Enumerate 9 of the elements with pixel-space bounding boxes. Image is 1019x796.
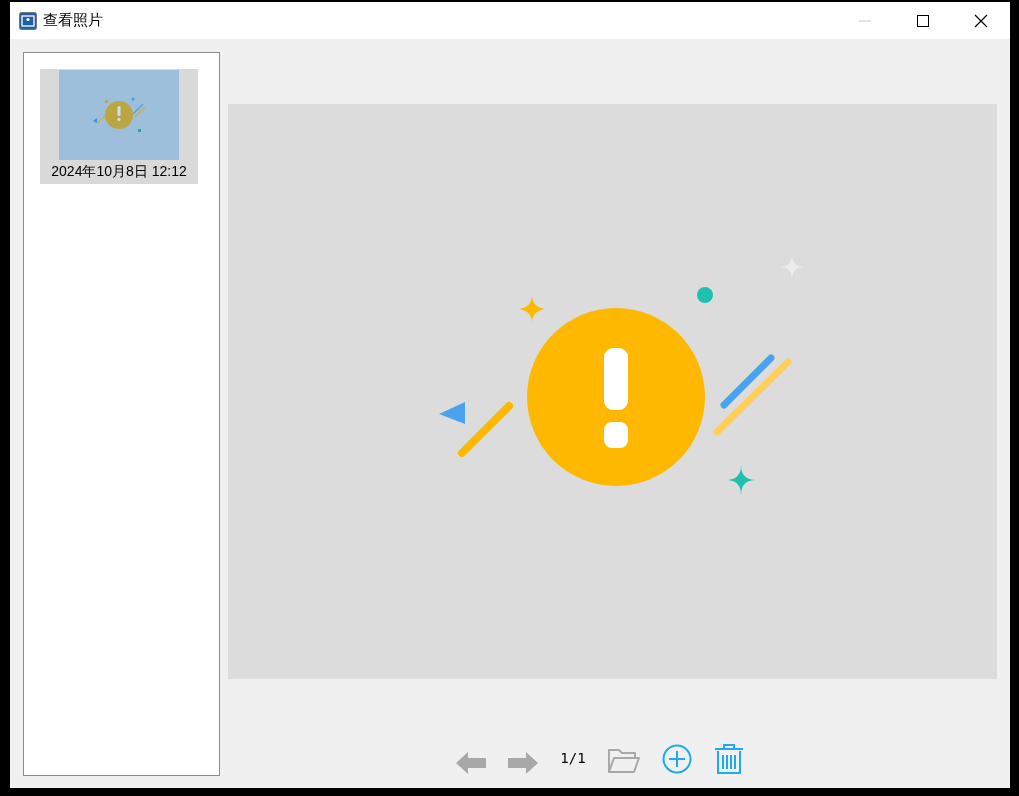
delete-button[interactable] (713, 744, 744, 774)
close-icon (974, 13, 988, 28)
thumbnail-item[interactable]: 2024年10月8日 12:12 (40, 69, 198, 184)
page-indicator: 1/1 (560, 750, 586, 766)
app-icon (19, 11, 37, 30)
maximize-icon (917, 14, 929, 27)
add-button[interactable] (661, 744, 692, 774)
thumbnail-caption: 2024年10月8日 12:12 (51, 163, 187, 181)
window-title: 查看照片 (43, 11, 103, 30)
